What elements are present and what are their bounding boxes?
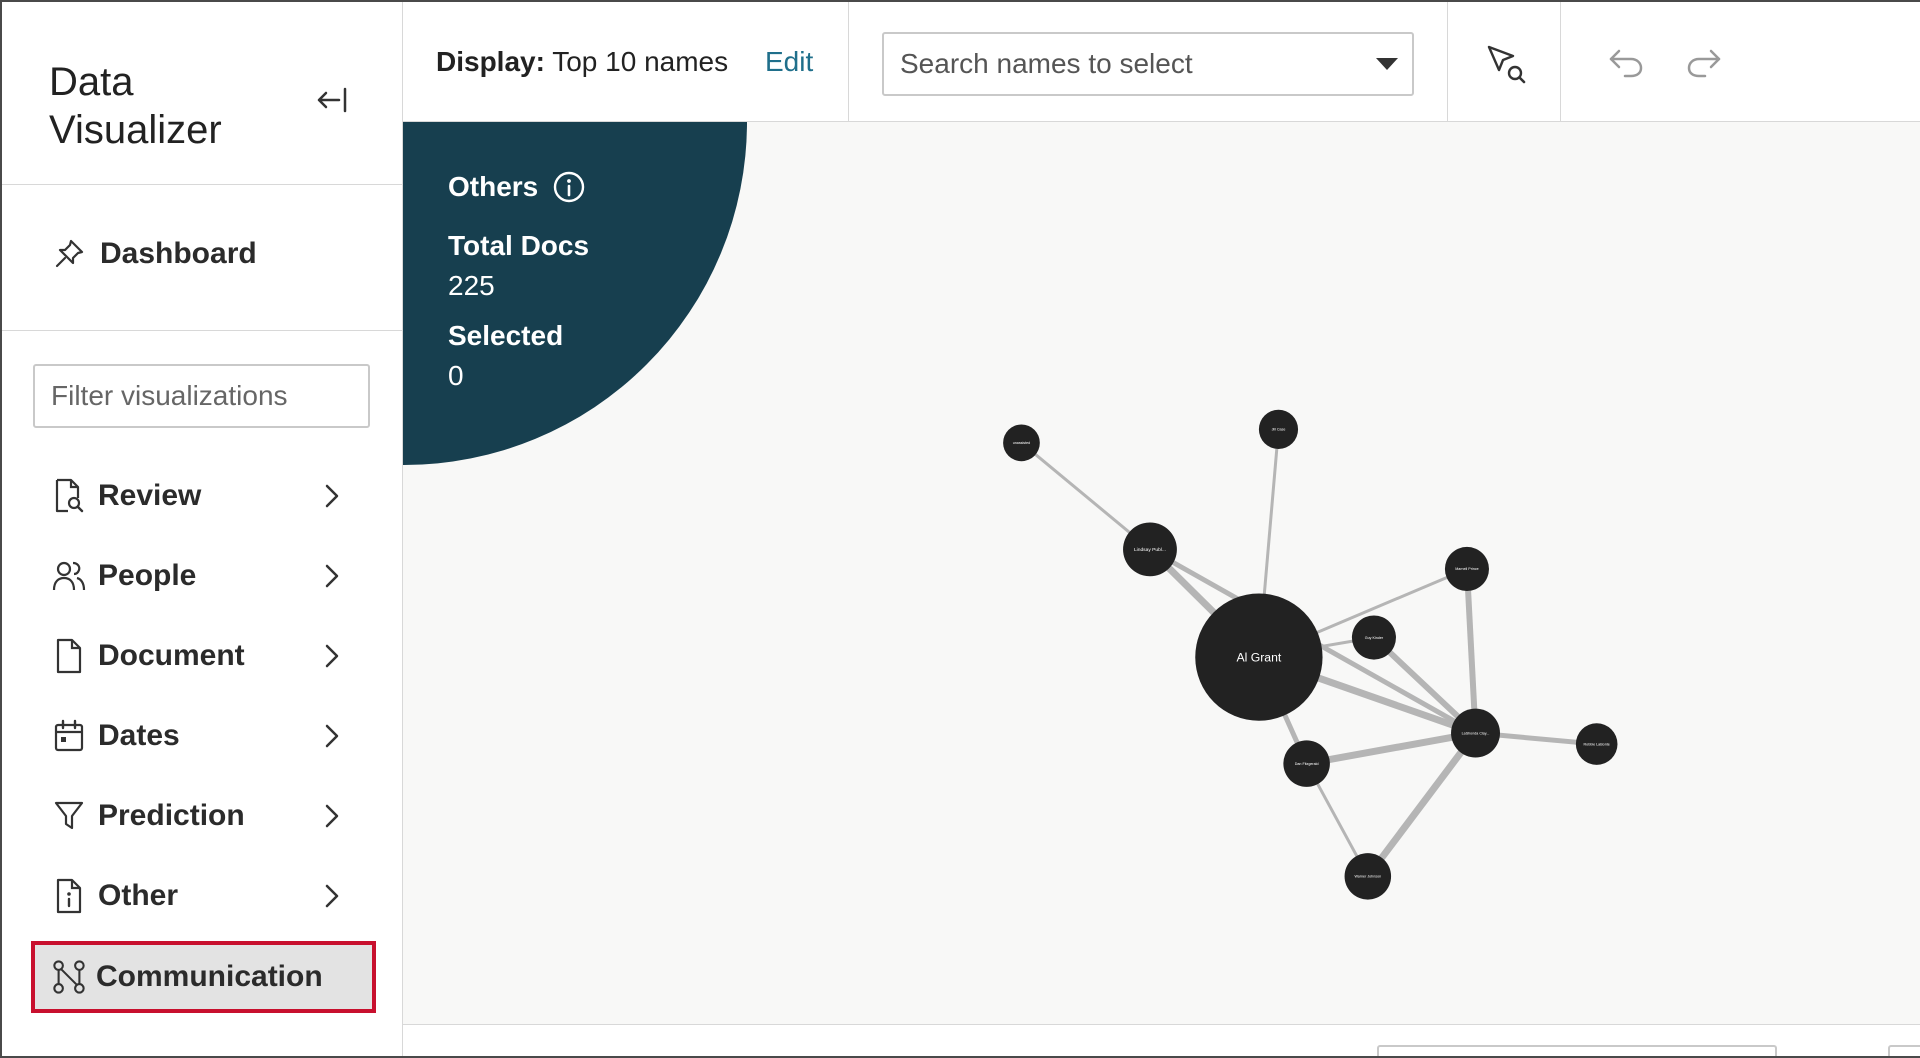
- graph-node-label: Warner Johnson: [1354, 875, 1381, 879]
- divider: [1447, 2, 1448, 122]
- info-document-icon: [52, 876, 86, 916]
- graph-node-label: LaShonda Clay...: [1462, 731, 1490, 735]
- bottom-bar: [403, 1024, 1920, 1056]
- select-pointer-search-button[interactable]: [1479, 37, 1535, 93]
- graph-node-label: Dan Fitzgerald: [1295, 762, 1319, 766]
- sidebar-item-label: Review: [98, 479, 202, 512]
- communication-network-icon: [52, 957, 86, 997]
- divider: [2, 330, 403, 331]
- graph-node-label: Al Grant: [1236, 650, 1281, 664]
- chevron-right-icon: [312, 476, 352, 516]
- dashboard-label: Dashboard: [100, 237, 257, 270]
- calendar-icon: [52, 716, 86, 756]
- graph-node-label: unassisted: [1013, 441, 1030, 445]
- graph-nodes: Al Grant Lindsay Publ... unassisted Jill Ca…: [1003, 409, 1618, 900]
- sidebar-item-communication[interactable]: Communication: [31, 941, 376, 1013]
- app-window: Data Visualizer Dashboard Review: [0, 0, 1920, 1058]
- graph-node[interactable]: Robbie LaBonte: [1575, 723, 1618, 765]
- filter-visualizations-field[interactable]: [33, 364, 370, 428]
- sidebar-item-label: Communication: [96, 960, 323, 993]
- graph-node-label: Guy Kinder: [1365, 636, 1384, 640]
- bottom-control[interactable]: [1888, 1045, 1920, 1056]
- graph-node[interactable]: unassisted: [1003, 424, 1040, 462]
- bottom-control[interactable]: [1377, 1045, 1777, 1056]
- network-graph[interactable]: Al Grant Lindsay Publ... unassisted Jill Ca…: [403, 122, 1920, 1024]
- graph-node-label: Marnell Prince: [1455, 567, 1478, 571]
- toolbar: Display: Top 10 names Edit: [403, 2, 1920, 122]
- graph-node[interactable]: Marnell Prince: [1444, 546, 1489, 591]
- undo-button[interactable]: [1603, 40, 1649, 86]
- graph-node-label: Robbie LaBonte: [1584, 742, 1610, 746]
- redo-icon: [1687, 49, 1721, 78]
- graph-node[interactable]: LaShonda Clay...: [1451, 708, 1500, 758]
- sidebar-item-label: Dates: [98, 719, 180, 752]
- sidebar-item-label: Other: [98, 879, 179, 912]
- graph-node[interactable]: Dan Fitzgerald: [1283, 740, 1330, 787]
- collapse-sidebar-button[interactable]: [312, 80, 352, 120]
- sidebar-item-label: Document: [98, 639, 245, 672]
- graph-edge[interactable]: [1306, 729, 1477, 768]
- undo-icon: [1609, 49, 1643, 78]
- divider: [2, 184, 403, 185]
- display-value: Top 10 names: [552, 46, 729, 77]
- divider: [1560, 2, 1561, 122]
- caret-down-icon[interactable]: [1362, 34, 1412, 94]
- filter-icon: [52, 796, 86, 836]
- pointer-search-icon: [1487, 45, 1526, 84]
- sidebar-item-dates[interactable]: Dates: [52, 706, 352, 766]
- pin-icon: [55, 239, 84, 268]
- graph-node[interactable]: Al Grant: [1195, 593, 1323, 721]
- sidebar-item-label: Prediction: [98, 799, 245, 832]
- search-names-select[interactable]: [882, 32, 1414, 96]
- chevron-right-icon: [312, 716, 352, 756]
- chevron-right-icon: [312, 556, 352, 596]
- divider: [848, 2, 849, 122]
- app-title-text: Data Visualizer: [49, 60, 222, 152]
- sidebar-item-other[interactable]: Other: [52, 866, 352, 926]
- display-setting: Display: Top 10 names: [436, 46, 728, 78]
- display-label: Display:: [436, 46, 545, 77]
- sidebar-item-review[interactable]: Review: [52, 466, 352, 526]
- graph-node-label: Jill Case: [1272, 428, 1286, 432]
- chevron-right-icon: [312, 876, 352, 916]
- edit-display-link[interactable]: Edit: [765, 46, 813, 78]
- redo-button[interactable]: [1681, 40, 1727, 86]
- sidebar-item-document[interactable]: Document: [52, 626, 352, 686]
- graph-node[interactable]: Warner Johnson: [1344, 853, 1392, 900]
- collapse-left-icon: [317, 87, 347, 113]
- sidebar: Data Visualizer Dashboard Review: [2, 2, 403, 1056]
- filter-visualizations-input[interactable]: [35, 366, 368, 426]
- sidebar-item-people[interactable]: People: [52, 546, 352, 606]
- graph-node-label: Lindsay Publ...: [1134, 547, 1166, 553]
- graph-edge[interactable]: [1463, 568, 1479, 734]
- communication-graph-canvas[interactable]: Others Total Docs 225 Selected 0 Al Gran…: [403, 122, 1920, 1024]
- sidebar-item-prediction[interactable]: Prediction: [52, 786, 352, 846]
- graph-node[interactable]: Guy Kinder: [1351, 615, 1396, 660]
- document-search-icon: [52, 476, 86, 516]
- app-title: Data Visualizer: [49, 58, 249, 154]
- chevron-right-icon: [312, 636, 352, 676]
- sidebar-item-label: People: [98, 559, 197, 592]
- search-names-input[interactable]: [884, 34, 1362, 94]
- graph-node[interactable]: Jill Case: [1258, 409, 1299, 449]
- graph-edge[interactable]: [1365, 730, 1479, 879]
- people-icon: [52, 556, 86, 596]
- chevron-right-icon: [312, 796, 352, 836]
- dashboard-link[interactable]: Dashboard: [52, 234, 257, 274]
- graph-node[interactable]: Lindsay Publ...: [1123, 522, 1177, 577]
- document-icon: [52, 636, 86, 676]
